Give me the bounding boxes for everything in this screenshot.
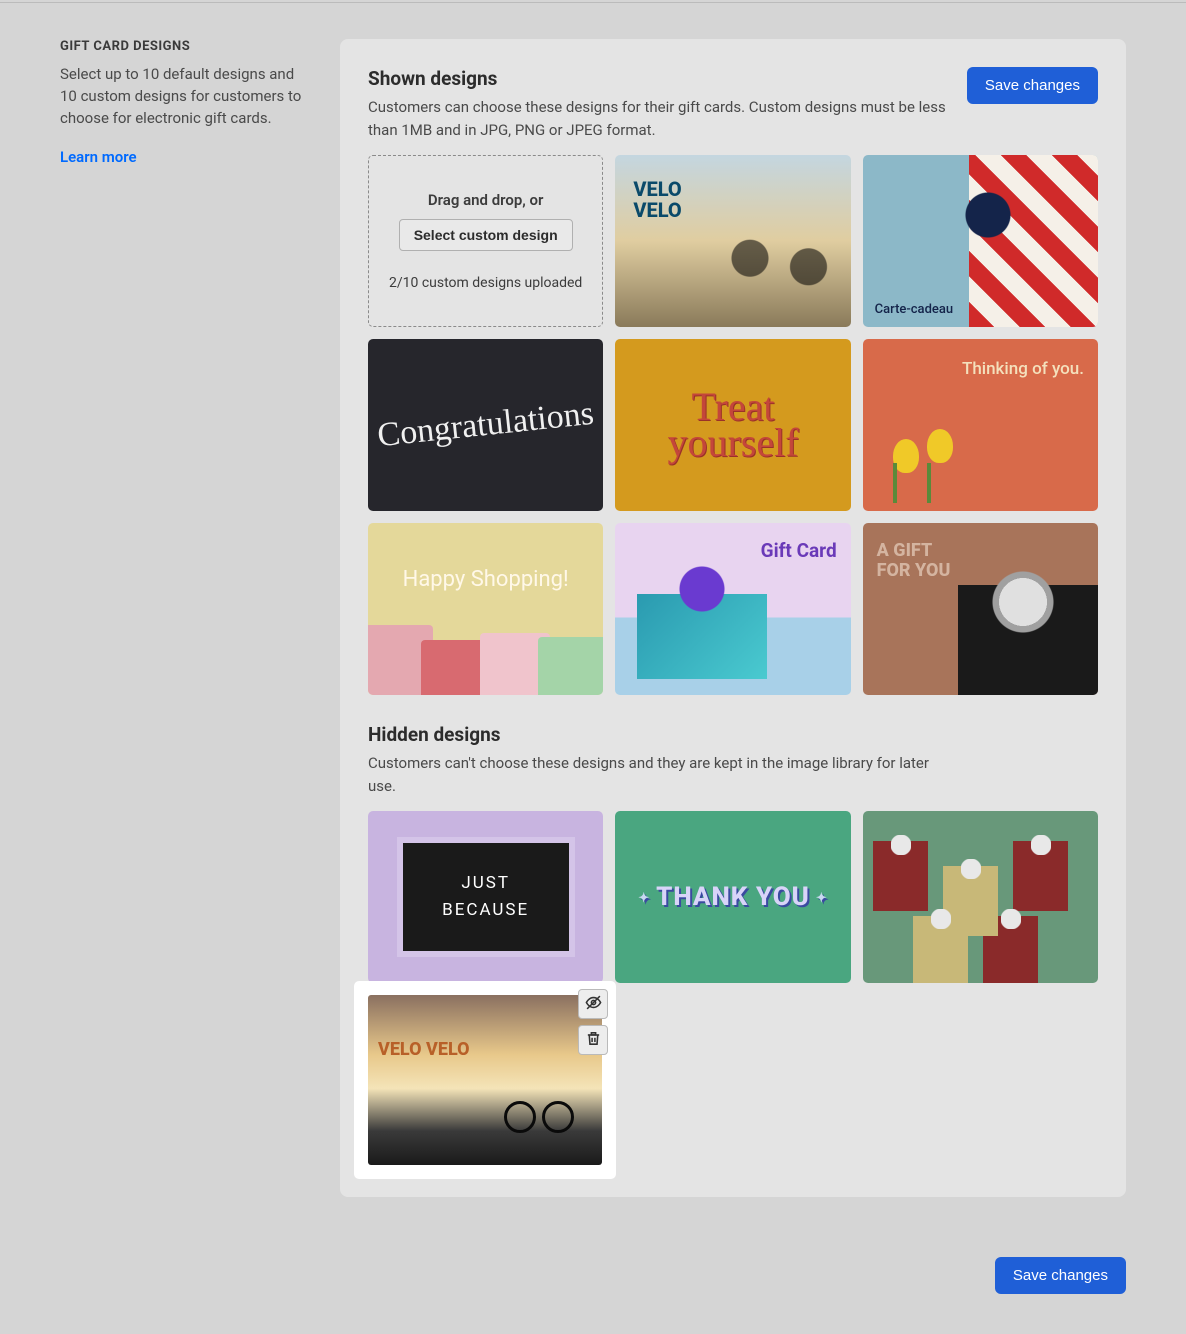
card-text: Congratulations — [376, 395, 596, 455]
card-text: THANK YOU — [632, 882, 834, 912]
design-card-gift-card[interactable]: Gift Card — [615, 523, 850, 695]
shown-designs-description: Customers can choose these designs for t… — [368, 96, 948, 141]
shown-designs-title: Shown designs — [368, 67, 948, 90]
card-text: Treatyourself — [667, 389, 798, 461]
design-card-gift-boxes[interactable] — [863, 811, 1098, 983]
cyclist-graphic — [711, 155, 840, 327]
card-text: JUSTBECAUSE — [442, 870, 529, 924]
hide-design-button[interactable] — [578, 989, 608, 1019]
trash-icon — [585, 1030, 602, 1050]
design-card-congratulations[interactable]: Congratulations — [368, 339, 603, 511]
upload-dropzone[interactable]: Drag and drop, or Select custom design 2… — [368, 155, 603, 327]
upload-count-text: 2/10 custom designs uploaded — [389, 275, 582, 291]
design-card-just-because[interactable]: JUSTBECAUSE — [368, 811, 603, 983]
card-text: VELOVELO — [633, 179, 681, 221]
design-card-treat-yourself[interactable]: Treatyourself — [615, 339, 850, 511]
bow-graphic — [983, 569, 1063, 635]
settings-sidebar: GIFT CARD DESIGNS Select up to 10 defaul… — [60, 39, 310, 1197]
select-custom-design-button[interactable]: Select custom design — [399, 219, 573, 251]
hidden-designs-grid: JUSTBECAUSE THANK YOU — [368, 811, 1098, 983]
design-card-gift-for-you[interactable]: A GIFTFOR YOU — [863, 523, 1098, 695]
hidden-designs-title: Hidden designs — [368, 723, 1098, 746]
shown-designs-grid: Drag and drop, or Select custom design 2… — [368, 155, 1098, 695]
bike-graphic — [504, 1089, 574, 1133]
bow-graphic — [670, 565, 734, 613]
delete-design-button[interactable] — [578, 1025, 608, 1055]
card-text: Gift Card — [761, 539, 837, 562]
design-card-thinking-of-you[interactable]: Thinking of you. — [863, 339, 1098, 511]
sidebar-description: Select up to 10 default designs and 10 c… — [60, 64, 310, 129]
hidden-designs-description: Customers can't choose these designs and… — [368, 752, 948, 797]
bow-graphic — [958, 185, 1018, 245]
eye-slash-icon — [585, 994, 602, 1014]
card-text: Thinking of you. — [962, 359, 1084, 379]
card-text: A GIFTFOR YOU — [877, 541, 951, 581]
design-card-velo-cyclist[interactable]: VELOVELO — [615, 155, 850, 327]
card-text: Carte-cadeau — [875, 302, 953, 317]
save-changes-button[interactable]: Save changes — [967, 67, 1098, 104]
upload-drag-text: Drag and drop, or — [428, 191, 544, 209]
card-text: VELO VELO — [378, 1039, 470, 1060]
bows-graphic — [863, 811, 1098, 983]
designs-panel: Shown designs Customers can choose these… — [340, 39, 1126, 1197]
save-changes-footer-button[interactable]: Save changes — [995, 1257, 1126, 1294]
design-card-velo-sunset-selected[interactable]: VELO VELO — [354, 981, 616, 1179]
design-card-thank-you[interactable]: THANK YOU — [615, 811, 850, 983]
learn-more-link[interactable]: Learn more — [60, 148, 137, 166]
card-text: Happy Shopping! — [368, 567, 603, 592]
design-card-carte-cadeau[interactable]: Carte-cadeau — [863, 155, 1098, 327]
shopping-bags-graphic — [368, 625, 603, 695]
card-actions — [578, 989, 608, 1055]
design-card-happy-shopping[interactable]: Happy Shopping! — [368, 523, 603, 695]
tulip-graphic — [883, 413, 1013, 503]
letterboard-graphic: JUSTBECAUSE — [397, 837, 575, 958]
sidebar-title: GIFT CARD DESIGNS — [60, 39, 310, 54]
